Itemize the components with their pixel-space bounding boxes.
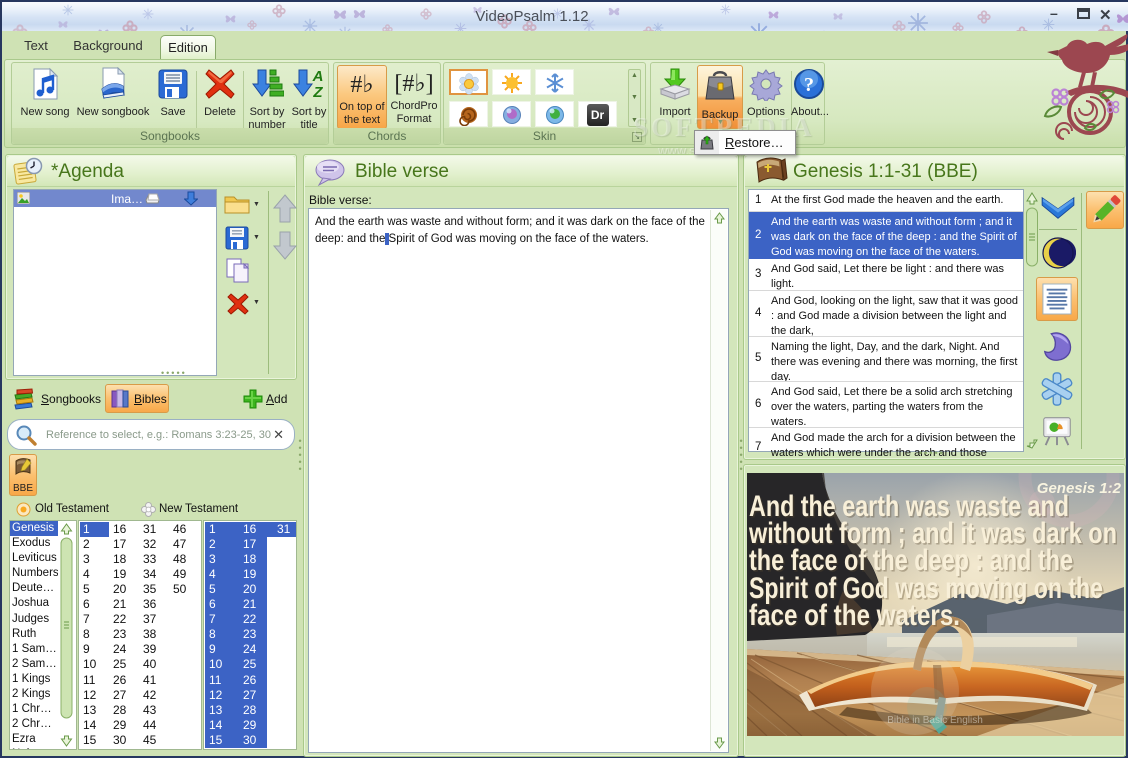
svg-text:Z: Z [312,84,323,101]
svg-text:Bible in Basic English: Bible in Basic English [887,715,983,726]
svg-text:?: ? [804,74,814,96]
svg-text:Genesis 1:2: Genesis 1:2 [1037,480,1122,497]
svg-text:face of the waters.: face of the waters. [749,599,960,632]
svg-text:A: A [312,68,324,85]
